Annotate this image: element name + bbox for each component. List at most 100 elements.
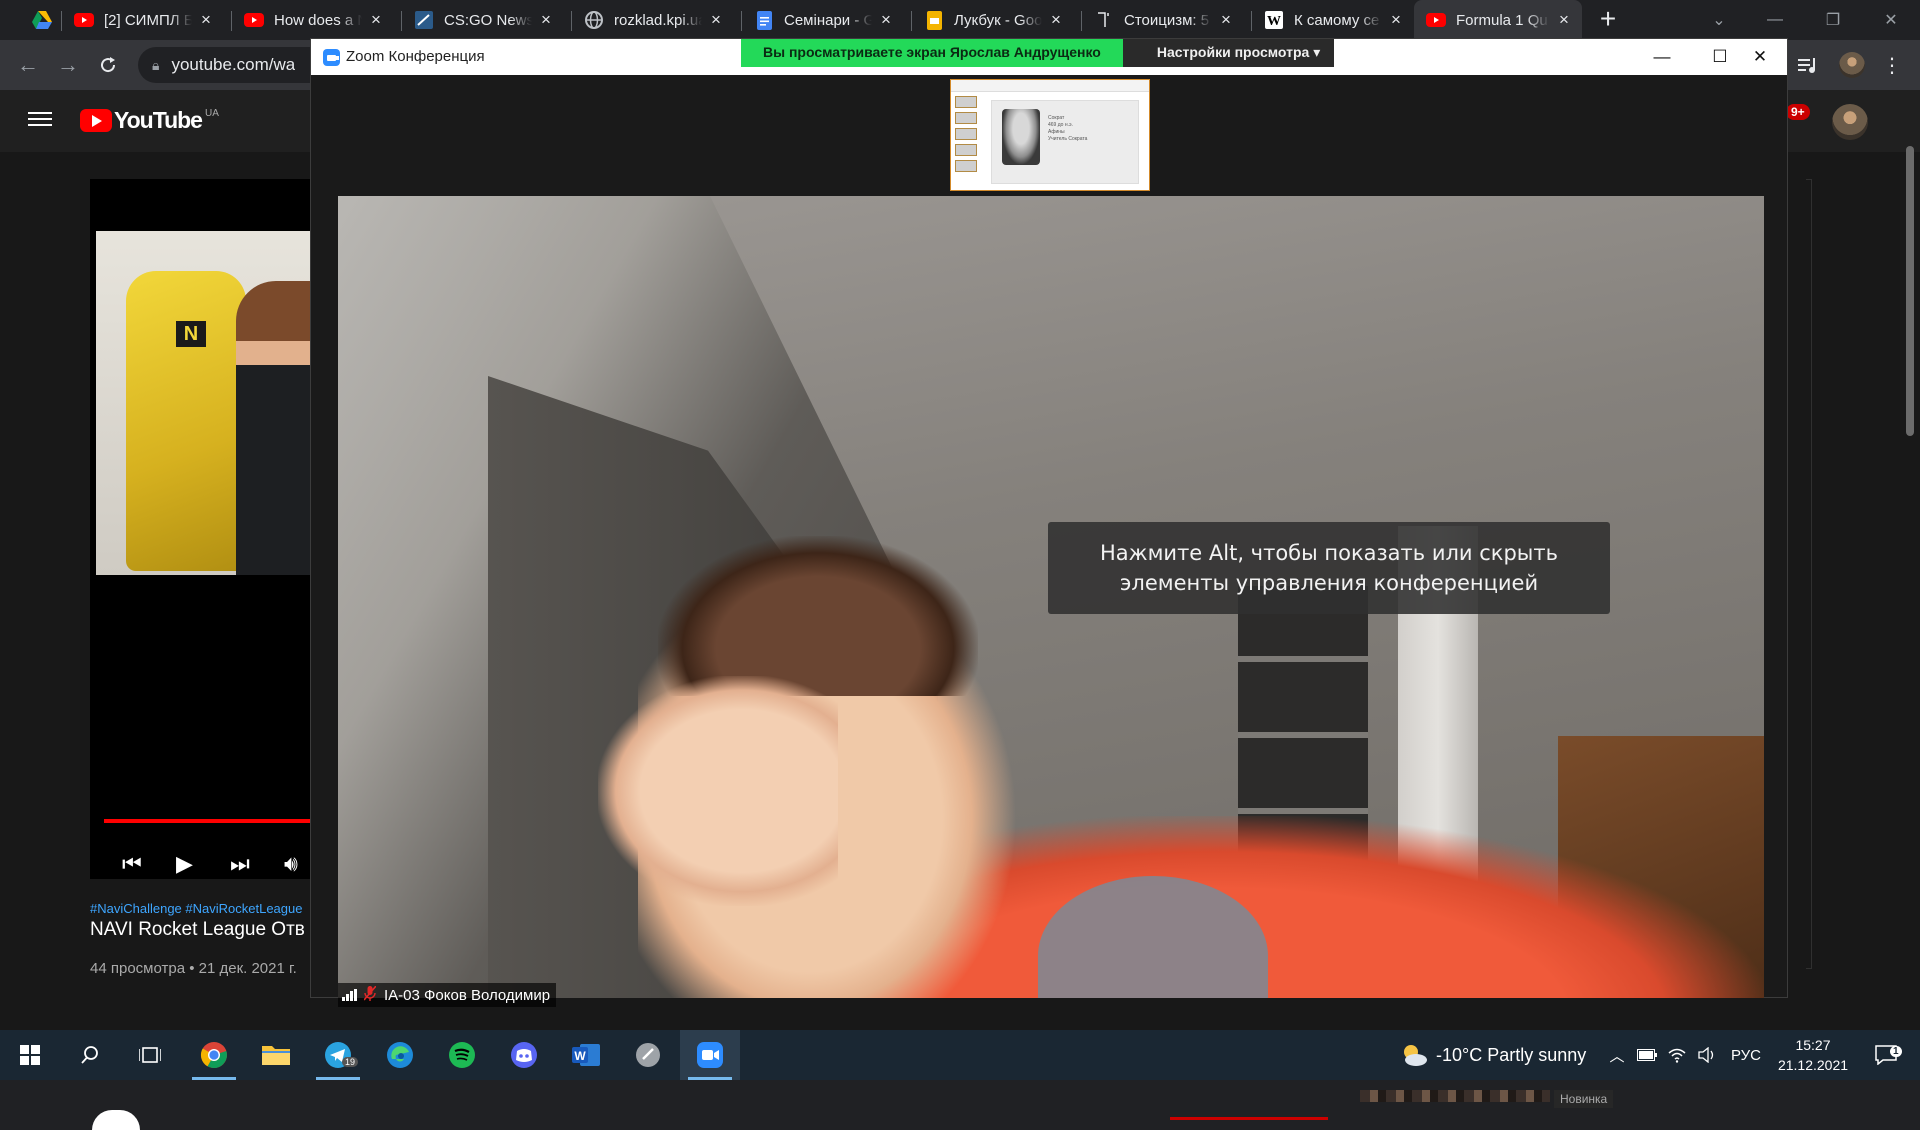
- reload-button[interactable]: [92, 49, 124, 81]
- tab-youtube-2[interactable]: How does a N ×: [232, 0, 394, 40]
- close-tab-icon[interactable]: ×: [708, 11, 724, 28]
- system-clock[interactable]: 15:27 21.12.2021: [1768, 1035, 1858, 1075]
- taskbar-telegram[interactable]: 19: [308, 1030, 368, 1080]
- svg-text:W: W: [574, 1049, 586, 1063]
- close-window-icon[interactable]: ✕: [1868, 0, 1914, 40]
- muted-mic-icon: [363, 984, 377, 1005]
- minimize-icon[interactable]: —: [1752, 0, 1798, 40]
- zoom-icon: [697, 1042, 723, 1068]
- youtube-account-avatar[interactable]: [1832, 104, 1868, 140]
- channel-avatar[interactable]: [92, 1110, 140, 1130]
- video-title: NAVI Rocket League Отв: [90, 919, 305, 940]
- close-tab-icon[interactable]: ×: [1388, 11, 1404, 28]
- region-code: UA: [204, 108, 219, 119]
- taskbar-discord[interactable]: [494, 1030, 554, 1080]
- tab-google-docs[interactable]: Семінари - G ×: [742, 0, 904, 40]
- video-hashtags[interactable]: #NaviChallenge #NaviRocketLeague: [90, 901, 310, 916]
- close-tab-icon[interactable]: ×: [368, 11, 384, 28]
- partly-sunny-icon: [1404, 1045, 1427, 1066]
- tab-rozklad[interactable]: rozklad.kpi.ua ×: [572, 0, 734, 40]
- notification-center-button[interactable]: 1: [1866, 1030, 1906, 1080]
- youtube-logo[interactable]: YouTube UA: [80, 107, 219, 134]
- participant-nameplate: IA-03 Фоков Володимир: [338, 983, 557, 1007]
- close-tab-icon[interactable]: ×: [538, 11, 554, 28]
- tab-youtube-1[interactable]: [2] СИМПЛ Б ×: [62, 0, 224, 40]
- clock-date: 21.12.2021: [1777, 1057, 1849, 1073]
- weather-text: -10°C Partly sunny: [1436, 1044, 1587, 1065]
- youtube-wordmark: YouTube: [114, 107, 203, 133]
- taskbar-spotify[interactable]: [432, 1030, 492, 1080]
- youtube-icon: [74, 10, 94, 30]
- tab-search-icon[interactable]: ⌄: [1696, 0, 1742, 40]
- start-button[interactable]: [0, 1030, 60, 1080]
- task-view-icon: [139, 1047, 161, 1063]
- tab-formula1-active[interactable]: Formula 1 Qu ×: [1414, 0, 1582, 40]
- task-view-button[interactable]: [120, 1030, 180, 1080]
- volume-tray-icon[interactable]: [1694, 1030, 1720, 1080]
- taskbar-edge[interactable]: [370, 1030, 430, 1080]
- telegram-unread-badge: 19: [342, 1057, 359, 1067]
- previous-icon[interactable]: ⏮︎: [122, 851, 142, 877]
- restore-icon[interactable]: ❐: [1810, 0, 1856, 40]
- address-bar[interactable]: 🔒︎ youtube.com/wa: [138, 47, 318, 83]
- shared-screen-thumbnail[interactable]: Сократ 469 до н.э. Афины Учитель Сократа: [950, 79, 1150, 191]
- tab-title: CS:GO News: [444, 11, 532, 29]
- chrome-icon: [200, 1042, 227, 1069]
- volume-icon[interactable]: 🔊︎: [284, 851, 298, 877]
- discord-icon: [511, 1042, 537, 1068]
- close-tab-icon[interactable]: ×: [198, 11, 214, 28]
- weather-widget[interactable]: -10°C Partly sunny: [1400, 1030, 1586, 1080]
- close-tab-icon[interactable]: ×: [1218, 11, 1234, 28]
- tab-wikipedia[interactable]: W К самому се ×: [1252, 0, 1414, 40]
- taskbar-file-explorer[interactable]: [246, 1030, 306, 1080]
- browser-tab-strip: [2] СИМПЛ Б × How does a N × CS:GO News …: [0, 0, 1920, 40]
- gaming-chair: N: [126, 271, 246, 571]
- word-icon: W: [572, 1044, 600, 1066]
- back-button[interactable]: ←: [12, 49, 44, 81]
- slide-line: Афины: [1048, 129, 1065, 135]
- view-options-button[interactable]: Настройки просмотра ▾: [1122, 39, 1335, 67]
- notification-badge[interactable]: 9+: [1786, 104, 1810, 120]
- taskbar-chrome[interactable]: [184, 1030, 244, 1080]
- chrome-menu-icon[interactable]: ⋮: [1878, 51, 1906, 79]
- lock-icon: 🔒︎: [152, 56, 160, 73]
- next-icon[interactable]: ⏭︎: [230, 851, 250, 877]
- new-tab-button[interactable]: +: [1594, 5, 1622, 34]
- media-controls-icon[interactable]: [1794, 51, 1822, 79]
- wikipedia-icon: W: [1264, 10, 1284, 30]
- tab-google-slides[interactable]: Лукбук - Goo ×: [912, 0, 1074, 40]
- show-hidden-icons[interactable]: ︿: [1604, 1030, 1630, 1080]
- slide-thumbnails: [955, 96, 979, 188]
- wifi-icon[interactable]: [1664, 1030, 1690, 1080]
- taskbar-zoom[interactable]: [680, 1030, 740, 1080]
- edge-icon: [387, 1042, 413, 1068]
- new-badge: Новинка: [1554, 1090, 1614, 1108]
- video-frame: N: [96, 231, 310, 575]
- recommended-thumbnail[interactable]: [1360, 1090, 1550, 1102]
- video-player[interactable]: N ⏮︎ ▶︎ ⏭︎ 🔊︎: [90, 179, 310, 879]
- battery-icon[interactable]: [1634, 1030, 1660, 1080]
- taskbar-app[interactable]: [618, 1030, 678, 1080]
- tab-csgo-news[interactable]: CS:GO News ×: [402, 0, 564, 40]
- signal-strength-icon: [342, 989, 358, 1001]
- spotify-icon: [449, 1042, 475, 1068]
- hamburger-menu-icon[interactable]: [28, 108, 52, 132]
- close-tab-icon[interactable]: ×: [1048, 11, 1064, 28]
- play-icon[interactable]: ▶︎: [176, 851, 193, 877]
- profile-avatar[interactable]: [1838, 51, 1866, 79]
- page-scrollbar[interactable]: [1906, 146, 1914, 436]
- close-tab-icon[interactable]: ×: [878, 11, 894, 28]
- search-button[interactable]: [60, 1030, 120, 1080]
- input-language[interactable]: РУС: [1726, 1030, 1766, 1080]
- taskbar-word[interactable]: W: [556, 1030, 616, 1080]
- zoom-minimize-icon[interactable]: —: [1633, 39, 1691, 75]
- google-docs-icon: [754, 10, 774, 30]
- share-status: Вы просматриваете экран Ярослав Андрущен…: [741, 39, 1123, 67]
- screen-share-banner: Вы просматриваете экран Ярослав Андрущен…: [741, 39, 1335, 67]
- zoom-close-icon[interactable]: ✕: [1731, 39, 1789, 75]
- video-progress-bar[interactable]: [104, 819, 310, 823]
- windows-logo-icon: [20, 1045, 40, 1065]
- close-tab-icon[interactable]: ×: [1556, 11, 1572, 28]
- tab-stoicism[interactable]: Стоицизм: 5 ×: [1082, 0, 1244, 40]
- forward-button[interactable]: →: [52, 49, 84, 81]
